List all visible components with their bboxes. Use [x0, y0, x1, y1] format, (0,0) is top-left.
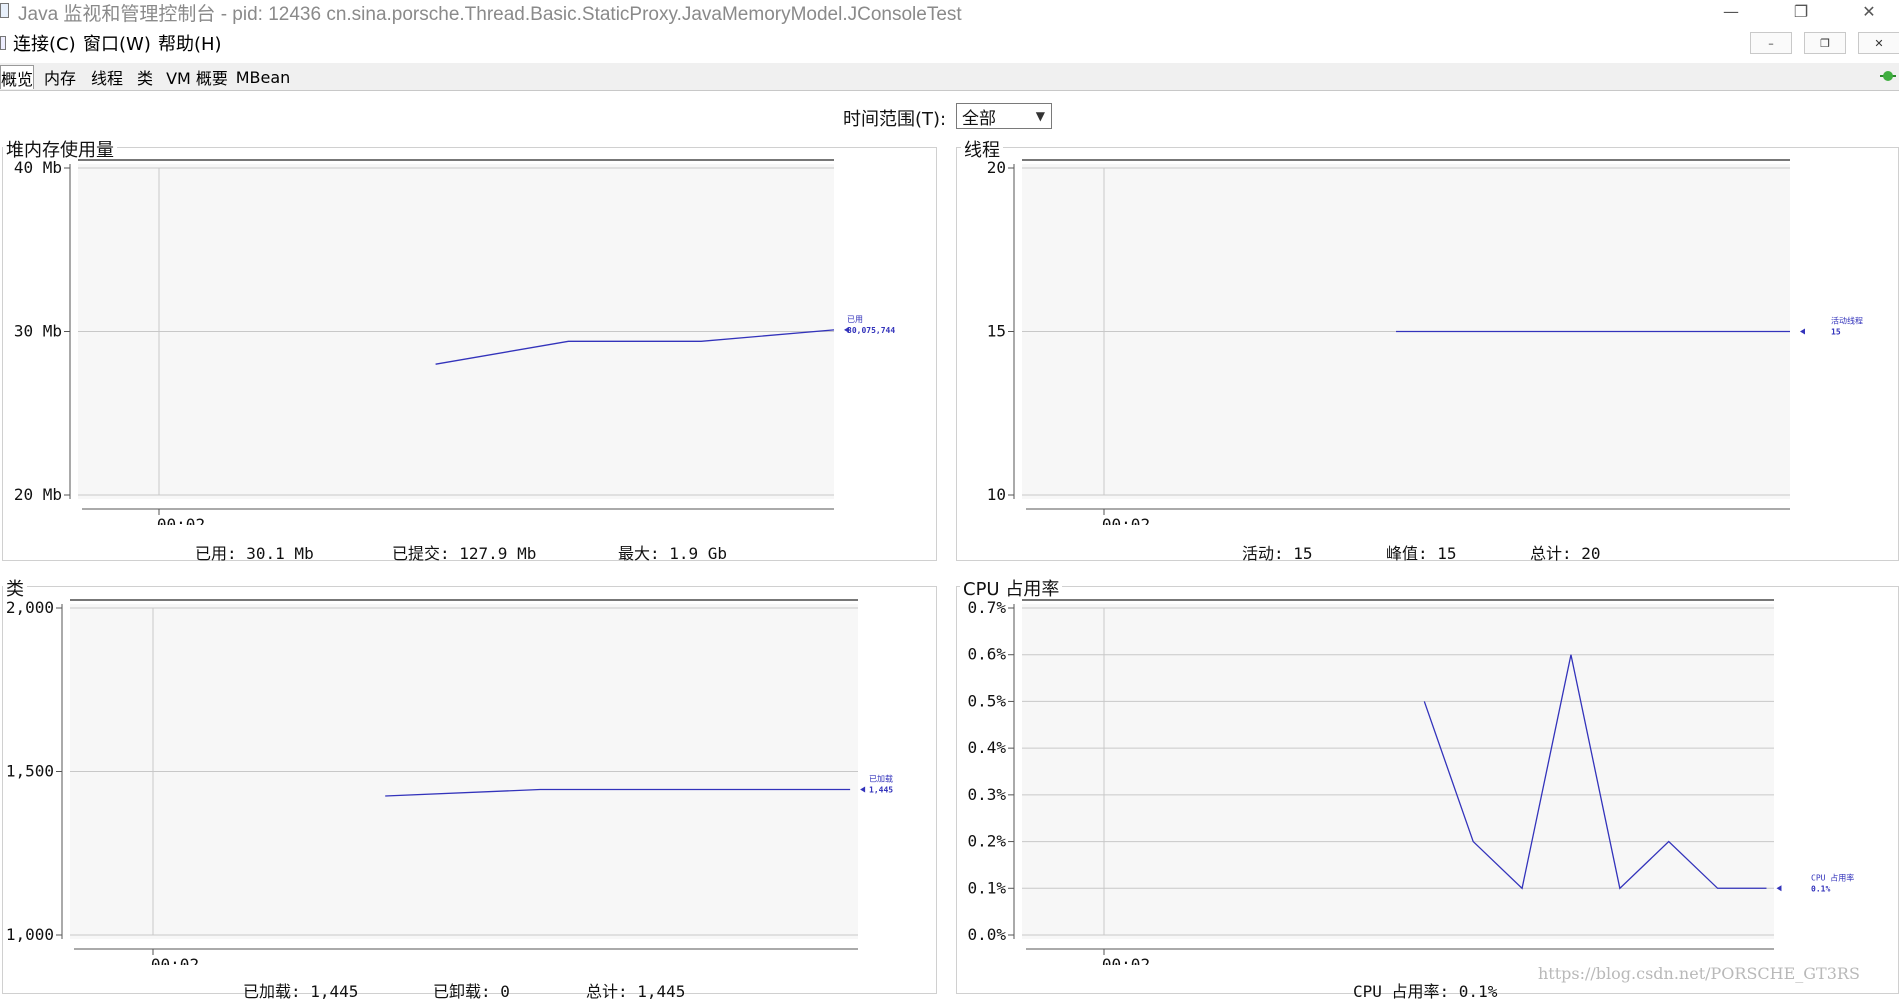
- y-tick-label: 40 Mb: [14, 158, 62, 177]
- tab-classes[interactable]: 类: [133, 65, 157, 89]
- series-value-label: 15: [1831, 328, 1841, 337]
- menu-window[interactable]: 窗口(W): [83, 30, 151, 56]
- current-value-marker: [860, 786, 866, 793]
- y-tick-label: 2,000: [6, 598, 54, 617]
- y-tick-label: 0.3%: [967, 785, 1006, 804]
- maximize-window-button[interactable]: ❐: [1778, 0, 1824, 22]
- y-tick-label: 1,000: [6, 925, 54, 944]
- time-range-select[interactable]: 全部 ▼: [956, 103, 1052, 129]
- heap-committed-stat: 已提交: 127.9 Mb: [392, 544, 537, 563]
- mdi-close-button[interactable]: ✕: [1858, 32, 1899, 54]
- y-tick-label: 0.4%: [967, 738, 1006, 757]
- chevron-down-icon: ▼: [1035, 109, 1045, 123]
- series-value-label: 30,075,744: [847, 326, 895, 335]
- mdi-restore-button[interactable]: ❐: [1804, 32, 1846, 54]
- classes-total-stat: 总计: 1,445: [586, 982, 686, 1001]
- heap-memory-chart: 40 Mb 30 Mb 20 Mb 00:02 已用 30,075,744: [14, 158, 896, 525]
- y-tick-label: 20 Mb: [14, 485, 62, 504]
- current-value-marker: [1800, 328, 1805, 335]
- series-name-label: 活动线程: [1831, 316, 1863, 326]
- menu-connect[interactable]: 连接(C): [13, 30, 76, 56]
- threads-chart: 20 15 10 00:02 活动线程 15: [987, 158, 1863, 525]
- y-tick-label: 0.0%: [967, 925, 1006, 944]
- series-value-label: 1,445: [869, 785, 893, 794]
- minimize-window-button[interactable]: —: [1708, 0, 1754, 22]
- heap-max-stat: 最大: 1.9 Gb: [618, 544, 728, 563]
- y-tick-label: 1,500: [6, 762, 54, 781]
- y-tick-label: 10: [987, 485, 1006, 504]
- classes-chart: 2,000 1,500 1,000 00:02 已加载 1,445: [6, 598, 893, 965]
- cpu-usage-chart: 0.7% 0.6% 0.5% 0.4% 0.3% 0.2% 0.1% 0.0% 00:02 CPU…: [967, 598, 1854, 965]
- close-window-button[interactable]: ✕: [1846, 0, 1892, 22]
- time-range-label: 时间范围(T):: [843, 109, 947, 130]
- tab-mbean[interactable]: MBean: [236, 65, 291, 89]
- y-tick-label: 15: [987, 322, 1006, 341]
- x-tick-label: 00:02: [1102, 515, 1150, 525]
- time-range-value: 全部: [962, 108, 996, 129]
- tab-threads[interactable]: 线程: [86, 65, 128, 89]
- java-app-icon: [0, 3, 9, 18]
- tab-overview[interactable]: 概览: [0, 65, 34, 89]
- mdi-minimize-button[interactable]: –: [1750, 32, 1792, 54]
- menu-bar: [0, 28, 1899, 60]
- series-value-label: 0.1%: [1811, 884, 1830, 893]
- frame-icon: [0, 36, 6, 50]
- threads-peak-stat: 峰值: 15: [1386, 544, 1457, 563]
- classes-loaded-stat: 已加载: 1,445: [243, 982, 359, 1001]
- window-title: Java 监视和管理控制台 - pid: 12436 cn.sina.porsc…: [18, 4, 962, 25]
- threads-active-stat: 活动: 15: [1242, 544, 1313, 563]
- y-tick-label: 0.6%: [967, 645, 1006, 664]
- heap-used-stat: 已用: 30.1 Mb: [195, 544, 314, 563]
- x-tick-label: 00:02: [151, 955, 199, 965]
- series-name-label: CPU 占用率: [1811, 872, 1854, 882]
- tab-memory[interactable]: 内存: [40, 65, 80, 89]
- classes-unloaded-stat: 已卸载: 0: [433, 982, 510, 1001]
- series-name-label: 已加载: [869, 773, 893, 783]
- tab-vm-summary[interactable]: VM 概要: [162, 65, 232, 89]
- y-tick-label: 0.5%: [967, 691, 1006, 710]
- y-tick-label: 0.1%: [967, 878, 1006, 897]
- menu-help[interactable]: 帮助(H): [158, 30, 222, 56]
- connection-status-icon: [1880, 71, 1896, 81]
- watermark-text: https://blog.csdn.net/PORSCHE_GT3RS: [1538, 964, 1860, 983]
- y-tick-label: 30 Mb: [14, 322, 62, 341]
- y-tick-label: 0.2%: [967, 832, 1006, 851]
- current-value-marker: [1776, 885, 1782, 892]
- x-tick-label: 00:02: [1102, 955, 1150, 965]
- series-name-label: 已用: [847, 315, 863, 324]
- y-tick-label: 20: [987, 158, 1006, 177]
- threads-total-stat: 总计: 20: [1530, 544, 1601, 563]
- cpu-usage-stat: CPU 占用率: 0.1%: [1353, 982, 1498, 1001]
- x-tick-label: 00:02: [157, 515, 205, 525]
- y-tick-label: 0.7%: [967, 598, 1006, 617]
